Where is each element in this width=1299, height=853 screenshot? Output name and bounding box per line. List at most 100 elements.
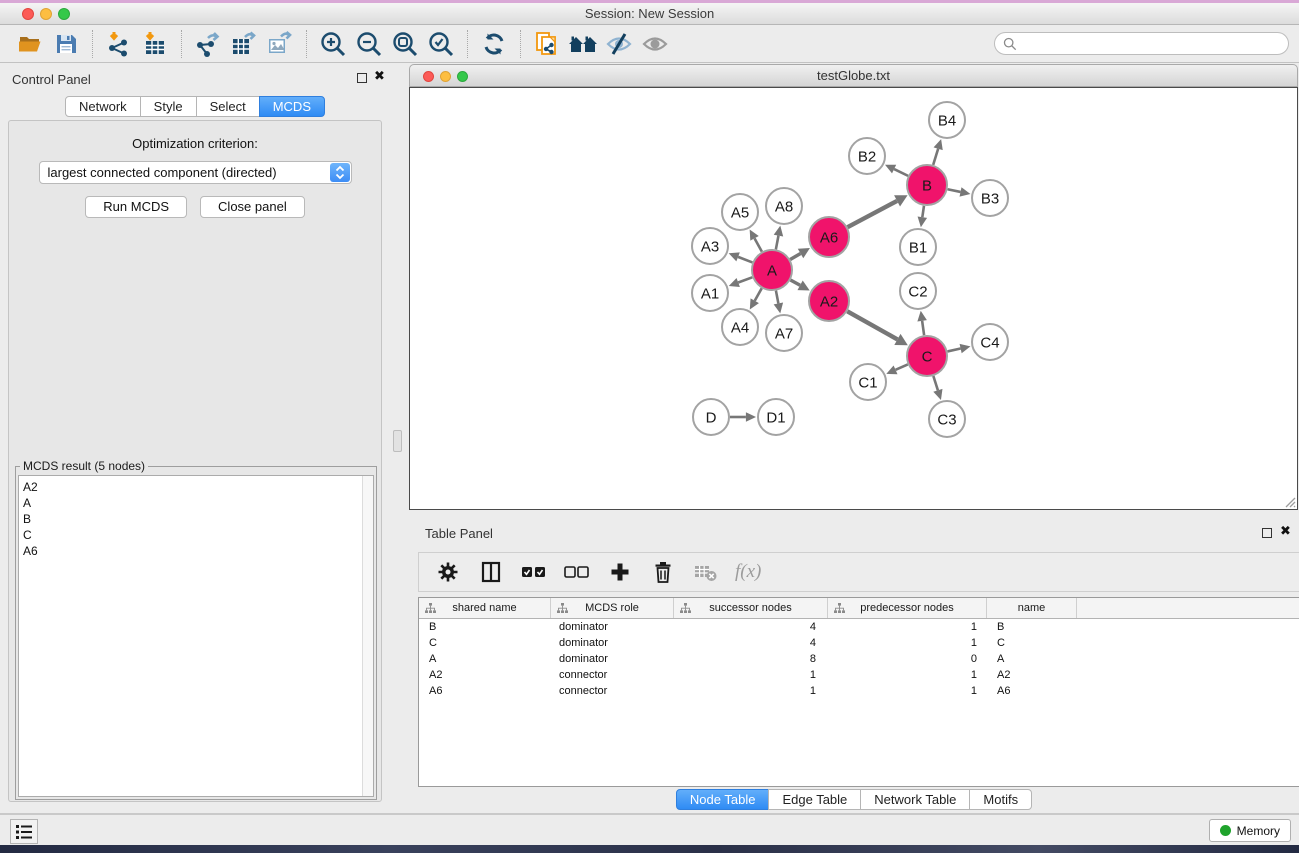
graph-edge-C-C3[interactable] <box>933 376 938 390</box>
graph-edge-A-A4[interactable] <box>755 288 762 300</box>
tab-select[interactable]: Select <box>196 96 260 117</box>
splitter-handle[interactable] <box>393 430 402 452</box>
close-network-button[interactable] <box>423 71 434 82</box>
search-field[interactable] <box>994 32 1289 55</box>
table-row[interactable]: Adominator80A <box>419 651 1299 667</box>
graph-edge-A-A6[interactable] <box>790 253 800 259</box>
mcds-result-item[interactable]: B <box>23 511 373 527</box>
graph-edge-A2-C[interactable] <box>847 311 897 339</box>
column-header-predecessor-nodes[interactable]: predecessor nodes <box>828 598 987 618</box>
refresh-icon[interactable] <box>476 28 512 60</box>
deselect-all-icon[interactable] <box>563 558 591 586</box>
mcds-result-item[interactable]: A6 <box>23 543 373 559</box>
select-all-icon[interactable] <box>520 558 548 586</box>
graph-edge-A6-B[interactable] <box>848 201 898 227</box>
table-cell[interactable]: A2 <box>987 669 1077 681</box>
show-columns-icon[interactable] <box>477 558 505 586</box>
graph-edge-A-A2[interactable] <box>790 280 800 285</box>
table-cell[interactable]: dominator <box>551 637 674 649</box>
column-header-shared-name[interactable]: shared name <box>419 598 551 618</box>
table-cell[interactable]: C <box>987 637 1077 649</box>
zoom-fit-icon[interactable] <box>387 28 423 60</box>
table-cell[interactable]: 1 <box>674 669 828 681</box>
show-all-icon[interactable] <box>637 28 673 60</box>
table-cell[interactable]: 1 <box>828 669 987 681</box>
zoom-selected-icon[interactable] <box>423 28 459 60</box>
graph-edge-C-C1[interactable] <box>896 364 908 369</box>
table-cell[interactable]: 1 <box>828 685 987 697</box>
mcds-result-item[interactable]: A <box>23 495 373 511</box>
close-table-panel-icon[interactable]: ✖ <box>1280 527 1291 537</box>
table-cell[interactable]: 4 <box>674 637 828 649</box>
graph-edge-A-A7[interactable] <box>776 291 778 304</box>
tab-network-table[interactable]: Network Table <box>860 789 970 810</box>
zoom-out-icon[interactable] <box>351 28 387 60</box>
table-settings-icon[interactable] <box>434 558 462 586</box>
import-table-icon[interactable] <box>137 28 173 60</box>
criterion-dropdown[interactable]: largest connected component (directed) <box>39 161 352 184</box>
graph-edge-B-B3[interactable] <box>948 189 961 192</box>
network-window-titlebar[interactable]: testGlobe.txt <box>409 64 1298 87</box>
tab-edge-table[interactable]: Edge Table <box>768 789 861 810</box>
graph-edge-C-C2[interactable] <box>922 321 924 335</box>
zoom-in-icon[interactable] <box>315 28 351 60</box>
graph-edge-B-B4[interactable] <box>933 149 938 165</box>
table-cell[interactable]: A6 <box>987 685 1077 697</box>
first-neighbors-icon[interactable] <box>565 28 601 60</box>
table-cell[interactable]: 1 <box>828 621 987 633</box>
graph-edge-A-A3[interactable] <box>738 257 752 263</box>
table-cell[interactable]: connector <box>551 669 674 681</box>
export-image-icon[interactable] <box>262 28 298 60</box>
table-cell[interactable]: A6 <box>419 685 551 697</box>
close-panel-icon[interactable]: ✖ <box>374 72 385 82</box>
new-network-from-selection-icon[interactable] <box>529 28 565 60</box>
delete-table-icon[interactable] <box>692 558 720 586</box>
node-table[interactable]: shared nameMCDS rolesuccessor nodesprede… <box>418 597 1299 787</box>
mcds-result-item[interactable]: A2 <box>23 479 373 495</box>
float-panel-icon[interactable] <box>357 73 367 83</box>
column-header-successor-nodes[interactable]: successor nodes <box>674 598 828 618</box>
delete-row-icon[interactable] <box>649 558 677 586</box>
minimize-window-button[interactable] <box>40 8 52 20</box>
table-row[interactable]: A2connector11A2 <box>419 667 1299 683</box>
dropdown-stepper-icon[interactable] <box>330 163 350 182</box>
mcds-result-item[interactable]: C <box>23 527 373 543</box>
table-cell[interactable]: 8 <box>674 653 828 665</box>
open-file-icon[interactable] <box>12 28 48 60</box>
graph-edge-A-A1[interactable] <box>738 277 752 282</box>
table-cell[interactable]: A <box>419 653 551 665</box>
graph-edge-B-B2[interactable] <box>894 169 908 176</box>
tab-style[interactable]: Style <box>140 96 197 117</box>
export-table-icon[interactable] <box>226 28 262 60</box>
tab-network[interactable]: Network <box>65 96 141 117</box>
table-cell[interactable]: 4 <box>674 621 828 633</box>
graph-edge-A-A8[interactable] <box>776 236 779 250</box>
network-canvas[interactable]: B4B2BB3A8A5A6A3B1AC2A1A2A4A7C4CC1DD1C3 <box>409 87 1298 510</box>
table-cell[interactable]: 1 <box>828 637 987 649</box>
close-window-button[interactable] <box>22 8 34 20</box>
table-cell[interactable]: C <box>419 637 551 649</box>
zoom-window-button[interactable] <box>58 8 70 20</box>
add-row-icon[interactable] <box>606 558 634 586</box>
mcds-result-list[interactable]: A2ABCA6 <box>18 475 374 797</box>
hide-selected-icon[interactable] <box>601 28 637 60</box>
graph-edge-C-C4[interactable] <box>947 349 960 352</box>
table-cell[interactable]: 0 <box>828 653 987 665</box>
table-cell[interactable]: B <box>419 621 551 633</box>
network-graph[interactable]: B4B2BB3A8A5A6A3B1AC2A1A2A4A7C4CC1DD1C3 <box>410 88 1297 509</box>
table-cell[interactable]: A2 <box>419 669 551 681</box>
graph-edge-B-B1[interactable] <box>922 206 924 217</box>
search-input[interactable] <box>1022 37 1288 51</box>
table-row[interactable]: Cdominator41C <box>419 635 1299 651</box>
run-mcds-button[interactable]: Run MCDS <box>85 196 187 218</box>
resize-grip-icon[interactable] <box>1282 494 1296 508</box>
table-cell[interactable]: dominator <box>551 653 674 665</box>
panel-splitter[interactable] <box>390 63 409 813</box>
table-cell[interactable]: A <box>987 653 1077 665</box>
tab-motifs[interactable]: Motifs <box>969 789 1032 810</box>
save-session-icon[interactable] <box>48 28 84 60</box>
tab-node-table[interactable]: Node Table <box>676 789 770 810</box>
function-builder-icon[interactable]: f(x) <box>735 561 761 583</box>
table-cell[interactable]: connector <box>551 685 674 697</box>
task-history-button[interactable] <box>10 819 38 844</box>
